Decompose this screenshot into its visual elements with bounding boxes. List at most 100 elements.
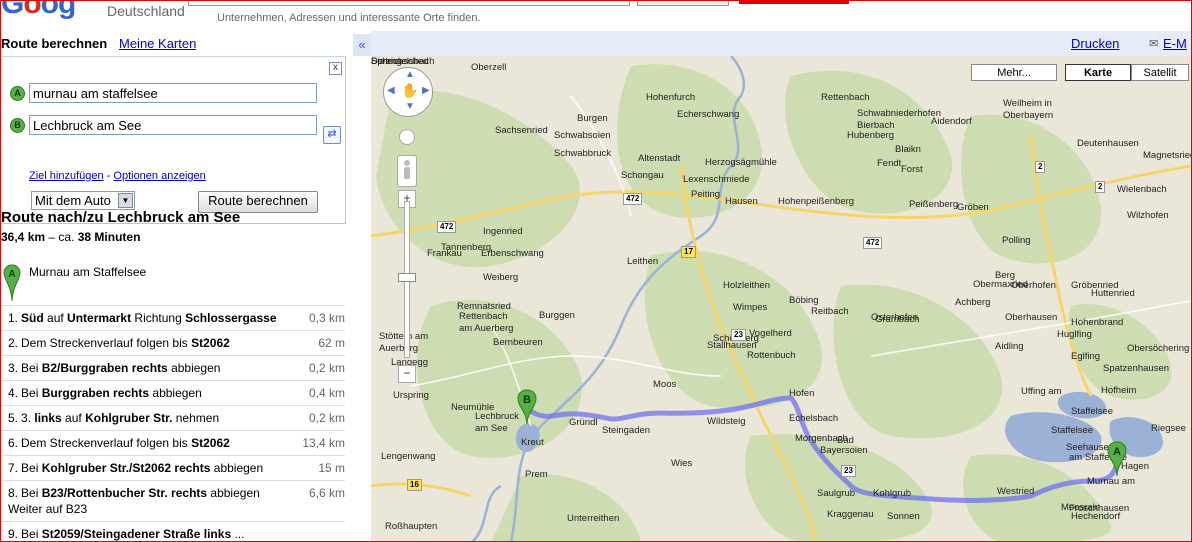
map-place-label[interactable]: Rottenbuch [747, 350, 796, 361]
map-place-label[interactable]: Rettenbach [821, 92, 870, 103]
map-place-label[interactable]: Weiberg [483, 272, 518, 283]
map-place-label[interactable]: Obersöchering [1127, 343, 1189, 354]
direction-step[interactable]: 5. 3. links auf Kohlgruber Str. nehmen 0,2… [1, 405, 345, 430]
map-place-label[interactable]: Wilzhofen [1127, 210, 1169, 221]
direction-step[interactable]: 1. Süd auf Untermarkt Richtung Schlosserg… [1, 305, 345, 330]
pan-right-icon[interactable]: ▶ [422, 85, 430, 96]
search-input[interactable] [188, 1, 630, 6]
map-place-label[interactable]: Tannenberg [441, 242, 491, 253]
map-place-label[interactable]: Neumühle [451, 402, 494, 413]
pan-down-icon[interactable]: ▼ [405, 101, 415, 112]
map-place-label[interactable]: Burgen [577, 113, 608, 124]
map-place-label[interactable]: Rettenbach [459, 311, 508, 322]
map-place-label[interactable]: Unterreithen [567, 513, 619, 524]
more-map-types-button[interactable]: Mehr... [971, 64, 1057, 81]
map-place-label[interactable]: Schwabsoien [554, 130, 611, 141]
search-button[interactable] [637, 1, 729, 6]
zoom-slider-knob[interactable] [398, 273, 416, 282]
direction-step[interactable]: 7. Bei Kohlgruber Str./St2062 rechts abbi… [1, 455, 345, 480]
map-place-label[interactable]: Wies [671, 458, 692, 469]
map-place-label[interactable]: am Auerberg [459, 323, 513, 334]
map-place-label[interactable]: Echelsbach [789, 413, 838, 424]
map-place-label[interactable]: Oberhausen [1005, 312, 1057, 323]
map-place-label[interactable]: Hohenfurch [646, 92, 695, 103]
map-place-label[interactable]: Hofheim [1101, 385, 1136, 396]
map-place-label[interactable]: Roßhaupten [385, 521, 437, 532]
map-place-label[interactable]: Gröben [957, 202, 989, 213]
pan-left-icon[interactable]: ◀ [387, 85, 395, 96]
map-place-label[interactable]: Hohenpeißenberg [778, 196, 854, 207]
map-place-label[interactable]: Hohenbrand [1071, 317, 1123, 328]
collapse-sidebar-icon[interactable]: « [353, 34, 371, 56]
map-place-label[interactable]: Holzleithen [723, 280, 770, 291]
show-options-link[interactable]: Optionen anzeigen [113, 170, 205, 182]
map-place-label[interactable]: Kraggenau [827, 509, 873, 520]
tab-meine-karten[interactable]: Meine Karten [119, 36, 196, 51]
map-place-label[interactable]: Urspring [393, 390, 429, 401]
map-place-label[interactable]: Berg [995, 270, 1015, 281]
map-place-label[interactable]: Wielenbach [1117, 184, 1167, 195]
map-place-label[interactable]: Gründl [569, 417, 598, 428]
map-place-label[interactable]: Osterhofen [871, 312, 918, 323]
map-place-label[interactable]: Forst [901, 164, 923, 175]
map-place-label[interactable]: Remnatsried [457, 301, 511, 312]
map-place-label[interactable]: Kohlgrub [873, 488, 911, 499]
map-place-label[interactable]: Bernbeuren [493, 337, 543, 348]
map-place-label[interactable]: Magnetsried [1143, 150, 1191, 161]
map-place-label[interactable]: Riegsee [1151, 423, 1186, 434]
map-place-label[interactable]: Altenstadt [638, 153, 680, 164]
map-place-label[interactable]: Morgenbach [795, 433, 848, 444]
map-place-label[interactable]: Blaikn [895, 144, 921, 155]
map-place-label[interactable]: Bayersoien [820, 445, 868, 456]
map-place-label[interactable]: Moos [653, 379, 676, 390]
reset-view-icon[interactable] [399, 129, 415, 145]
marker-a-pin-icon[interactable]: A [1106, 441, 1128, 477]
map-place-label[interactable]: Oberzell [471, 62, 506, 73]
pan-control[interactable]: ▲ ▼ ◀ ▶ ✋ [383, 67, 433, 117]
map-place-label[interactable]: Böbing [789, 295, 819, 306]
map-place-label[interactable]: Deutenhausen [1077, 138, 1139, 149]
pegman-icon[interactable] [397, 155, 417, 187]
map-place-label[interactable]: Lexenschmiede [683, 174, 750, 185]
map-place-label[interactable]: Fendt [877, 158, 901, 169]
map-place-label[interactable]: Wimpes [733, 302, 767, 313]
map-place-label[interactable]: Weilheim in [1003, 98, 1052, 109]
map-place-label[interactable]: Schwabbruck [554, 148, 611, 159]
close-icon[interactable]: x [329, 62, 342, 75]
map-place-label[interactable]: Sonnen [887, 511, 920, 522]
map-place-label[interactable]: Huttenried [1091, 288, 1135, 299]
map-place-label[interactable]: Eglfing [1071, 351, 1100, 362]
map-place-label[interactable]: Dietrichsched [371, 56, 429, 67]
map-place-label[interactable]: Achberg [955, 297, 990, 308]
map-place-label[interactable]: Wildsteig [707, 416, 746, 427]
map-place-label[interactable]: Aidling [995, 341, 1024, 352]
map-place-label[interactable]: Uffing am [1021, 386, 1061, 397]
map-place-label[interactable]: Auerberg [379, 343, 418, 354]
direction-step[interactable]: 8. Bei B23/Rottenbucher Str. rechts abbie… [1, 480, 345, 521]
map-place-label[interactable]: Staffelsee [1071, 406, 1113, 417]
map-place-label[interactable]: Prem [525, 469, 548, 480]
map-place-label[interactable]: Ingenried [483, 226, 523, 237]
map-place-label[interactable]: Spatzenhausen [1103, 363, 1169, 374]
map-place-label[interactable]: Hofen [789, 388, 814, 399]
map-place-label[interactable]: Oberbayern [1003, 110, 1053, 121]
map-place-label[interactable]: Reitbach [811, 306, 849, 317]
map-place-label[interactable]: Sachsenried [495, 125, 548, 136]
map-place-label[interactable]: Peißenberg [909, 199, 958, 210]
map-place-label[interactable]: Peiting [691, 189, 720, 200]
direction-step[interactable]: 6. Dem Streckenverlauf folgen bis St2062 1… [1, 430, 345, 455]
direction-step[interactable]: 9. Bei St2059/Steingadener Straße links .… [1, 521, 345, 541]
map-place-label[interactable]: Lengenwang [381, 451, 435, 462]
google-logo[interactable]: Goog [1, 1, 76, 21]
map-place-label[interactable]: Hausen [725, 196, 758, 207]
map-place-label[interactable]: Murnau am [1087, 476, 1135, 487]
add-destination-link[interactable]: Ziel hinzufügen [29, 170, 104, 182]
map-place-label[interactable]: Saulgrub [817, 488, 855, 499]
marker-b-pin-icon[interactable]: B [516, 389, 538, 425]
chevron-down-icon[interactable]: ▼ [118, 193, 133, 208]
map-place-label[interactable]: Oberhofen [1011, 280, 1056, 291]
pan-up-icon[interactable]: ▲ [405, 69, 415, 80]
map-place-label[interactable]: Burggen [539, 310, 575, 321]
map-place-label[interactable]: Leithen [627, 256, 658, 267]
direction-step[interactable]: 3. Bei B2/Burggraben rechts abbiegen 0,2 k… [1, 355, 345, 380]
